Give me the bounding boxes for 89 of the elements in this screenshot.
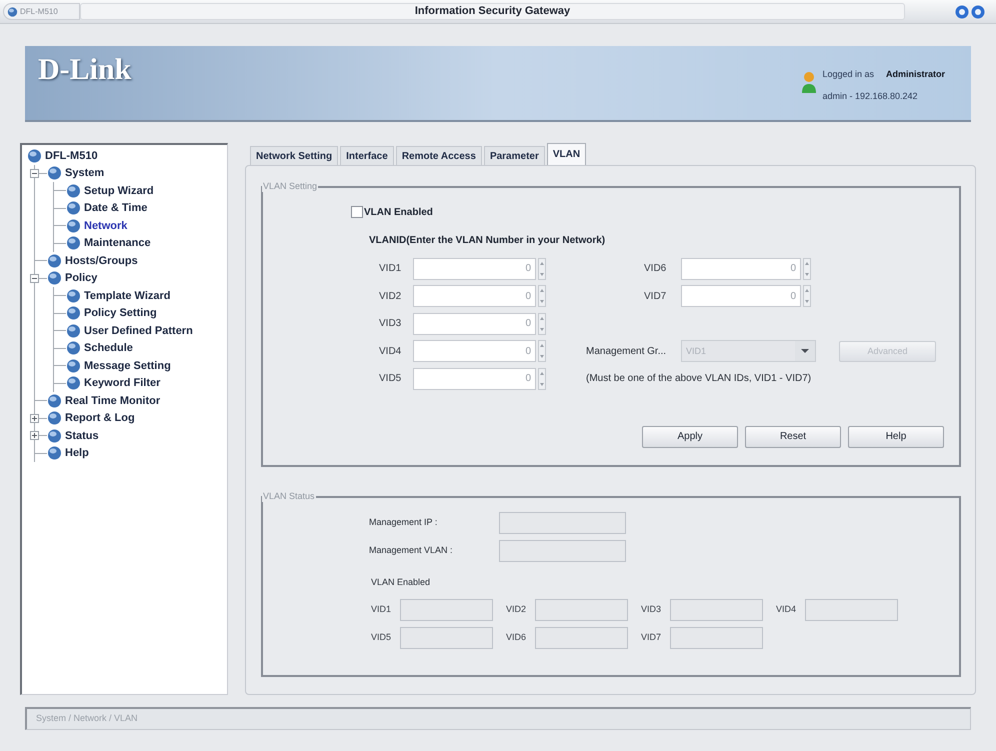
vid-label: VID5: [379, 372, 402, 386]
sphere-icon: [66, 306, 81, 320]
note-text: (Must be one of the above VLAN IDs, VID1 - VID7): [586, 372, 812, 386]
tab[interactable]: Parameter: [484, 146, 545, 165]
sphere-icon: [47, 411, 62, 426]
spinner-icon[interactable]: [538, 368, 546, 390]
vid-label: VID7: [641, 631, 662, 644]
vid-label: VID3: [379, 317, 402, 332]
sphere-icon: [47, 254, 62, 268]
vid-label: VID3: [641, 603, 662, 616]
tab[interactable]: VLAN: [546, 143, 586, 165]
collapse-icon[interactable]: [30, 274, 39, 282]
sphere-icon: [66, 236, 81, 250]
tree-item[interactable]: Maintenance: [84, 236, 151, 250]
sphere-icon: [66, 341, 81, 356]
tree-item[interactable]: Message Setting: [84, 358, 171, 373]
tree-item[interactable]: Keyword Filter: [84, 376, 160, 390]
expand-icon[interactable]: [30, 431, 39, 440]
spinner-icon[interactable]: [803, 285, 811, 308]
logo: D-Link: [38, 54, 132, 86]
sphere-icon: [47, 446, 62, 460]
action-button[interactable]: Apply: [642, 426, 738, 448]
expand-icon[interactable]: [30, 414, 39, 422]
vid-label: VID6: [506, 631, 528, 644]
tab[interactable]: Interface: [340, 146, 394, 165]
vid-label: VID4: [379, 344, 402, 359]
group-title: VLAN Setting: [262, 181, 318, 192]
tree-item[interactable]: Help: [65, 446, 89, 460]
tree-item[interactable]: Report & Log: [65, 411, 135, 426]
tree-item[interactable]: Date & Time: [84, 201, 148, 216]
vid-label: VID6: [644, 262, 668, 276]
sphere-icon: [66, 324, 81, 338]
field-label: Management VLAN :: [369, 544, 454, 558]
tree-item[interactable]: Status: [65, 428, 99, 443]
tree-item[interactable]: Policy: [65, 271, 98, 286]
sphere-icon: [66, 184, 81, 198]
device-icon: [27, 148, 42, 163]
checkbox[interactable]: [351, 206, 363, 218]
spinner-icon[interactable]: [538, 258, 546, 280]
sphere-icon: [66, 358, 81, 373]
vid-label: VID2: [506, 603, 528, 616]
tree-item[interactable]: Hosts/Groups: [65, 254, 138, 268]
window-control-icon[interactable]: [955, 4, 969, 18]
sphere-icon: [47, 166, 62, 180]
sphere-icon: [47, 394, 62, 408]
tree-item[interactable]: Schedule: [84, 341, 133, 356]
vid-label: VID4: [776, 603, 798, 616]
app-icon: [7, 6, 18, 16]
field-label: Management Gr...: [586, 344, 668, 359]
tree-item[interactable]: Policy Setting: [84, 306, 157, 320]
spinner-icon[interactable]: [538, 312, 546, 335]
vid-label: VID7: [644, 290, 668, 304]
vid-label: VID1: [371, 603, 392, 616]
vid-label: VID2: [379, 290, 402, 304]
spinner-icon[interactable]: [803, 258, 811, 280]
sphere-icon: [66, 288, 81, 303]
tree-item[interactable]: DFL-M510: [45, 148, 98, 163]
tree-item[interactable]: Template Wizard: [84, 288, 170, 303]
collapse-icon[interactable]: [30, 168, 39, 178]
user-icon: [801, 70, 818, 94]
group-title: VLAN Status: [262, 491, 316, 502]
sphere-icon: [66, 218, 81, 233]
section-heading: VLANID(Enter the VLAN Number in your Network): [369, 234, 606, 248]
vid-label: VID5: [371, 631, 392, 644]
action-button[interactable]: Help: [848, 426, 944, 448]
window-title: Information Security Gateway: [414, 4, 570, 20]
tree-item[interactable]: Real Time Monitor: [65, 394, 160, 408]
spinner-icon[interactable]: [538, 340, 546, 362]
sphere-icon: [47, 428, 62, 443]
field-label: Management IP :: [369, 516, 438, 530]
vid-label: VID1: [379, 262, 402, 276]
status-text: System / Network / VLAN: [36, 712, 138, 726]
window-control-icon[interactable]: [971, 4, 985, 18]
tab[interactable]: Remote Access: [396, 146, 482, 165]
login-label: Logged in as: [822, 68, 874, 81]
spinner-icon[interactable]: [538, 285, 546, 308]
tree-item[interactable]: System: [65, 166, 104, 180]
sphere-icon: [47, 271, 62, 286]
session-info: admin - 192.168.80.242: [822, 90, 919, 102]
action-button[interactable]: Reset: [745, 426, 841, 448]
tree-item[interactable]: Setup Wizard: [84, 184, 154, 198]
tree-item[interactable]: Network: [84, 218, 128, 233]
section-label: VLAN Enabled: [371, 576, 430, 590]
user-name: Administrator: [886, 68, 945, 81]
tree-item[interactable]: User Defined Pattern: [84, 324, 193, 338]
checkbox-label: VLAN Enabled: [364, 206, 433, 220]
sphere-icon: [66, 201, 81, 216]
sphere-icon: [66, 376, 81, 390]
tab[interactable]: Network Setting: [250, 146, 338, 165]
